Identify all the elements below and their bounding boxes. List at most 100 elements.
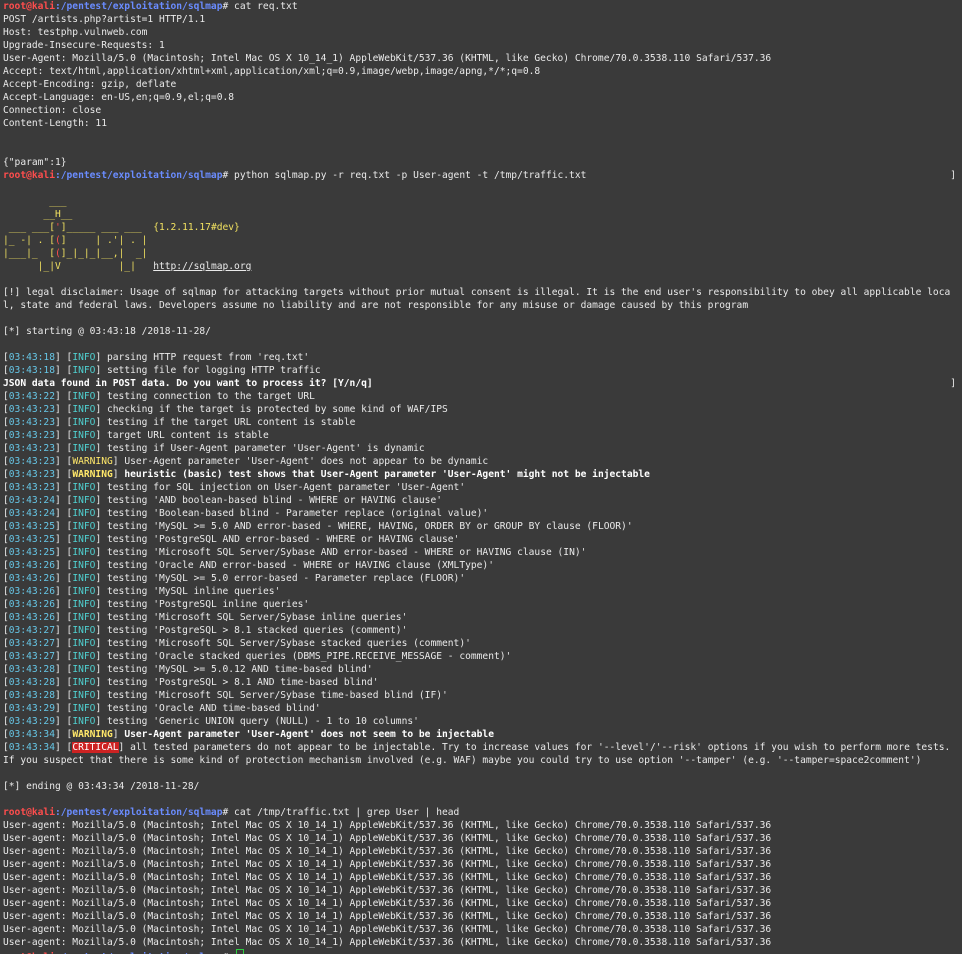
- log-level-tag: INFO: [72, 560, 96, 571]
- log-level-tag: INFO: [72, 443, 96, 454]
- log-level-tag: INFO: [72, 404, 96, 415]
- prompt-path: :/pentest/exploitation/sqlmap: [54, 1, 223, 12]
- log-level-tag: INFO: [72, 365, 96, 376]
- log-message: target URL content is stable: [107, 430, 269, 441]
- log-block-2: [03:43:22] [INFO] testing connection to …: [3, 390, 962, 741]
- log-level-tag: INFO: [72, 482, 96, 493]
- log-message: testing if the target URL content is sta…: [107, 417, 356, 428]
- log-line: [03:43:25] [INFO] testing 'PostgreSQL AN…: [3, 534, 460, 545]
- log-line: [03:43:28] [INFO] testing 'PostgreSQL > …: [3, 677, 379, 688]
- log-timestamp: 03:43:28: [8, 677, 55, 688]
- grep-line: User-agent: Mozilla/5.0 (Macintosh; Inte…: [3, 846, 772, 857]
- command-text: cat /tmp/traffic.txt | grep User | head: [228, 807, 460, 818]
- log-timestamp: 03:43:26: [8, 586, 55, 597]
- log-timestamp: 03:43:23: [8, 430, 55, 441]
- command-text: python sqlmap.py -r req.txt -p User-agen…: [228, 170, 587, 181]
- log-line: [03:43:23] [INFO] checking if the target…: [3, 404, 448, 415]
- log-line: [03:43:24] [INFO] testing 'AND boolean-b…: [3, 495, 443, 506]
- log-message: testing 'Oracle AND error-based - WHERE …: [107, 560, 494, 571]
- output-line: Accept: text/html,application/xhtml+xml,…: [3, 66, 541, 77]
- log-timestamp: 03:43:23: [8, 469, 55, 480]
- prompt-user: root@kali: [3, 170, 55, 181]
- log-timestamp: 03:43:24: [8, 508, 55, 519]
- output-line: Content-Length: 11: [3, 118, 107, 129]
- log-message: testing 'MySQL >= 5.0 error-based - Para…: [107, 573, 466, 584]
- grep-line: User-agent: Mozilla/5.0 (Macintosh; Inte…: [3, 872, 772, 883]
- banner-part: |___|_ [: [3, 248, 55, 259]
- log-message: testing 'PostgreSQL > 8.1 AND time-based…: [107, 677, 379, 688]
- legal-disclaimer: [!] legal disclaimer: Usage of sqlmap fo…: [3, 287, 951, 311]
- log-timestamp: 03:43:25: [8, 521, 55, 532]
- log-message: testing if User-Agent parameter 'User-Ag…: [107, 443, 425, 454]
- prompt-line-3: root@kali:/pentest/exploitation/sqlmap# …: [3, 806, 962, 819]
- log-line: [03:43:34] [WARNING] User-Agent paramete…: [3, 729, 494, 740]
- log-level-tag: INFO: [72, 508, 96, 519]
- log-message: testing 'MySQL >= 5.0 AND error-based - …: [107, 521, 633, 532]
- log-timestamp: 03:43:23: [8, 482, 55, 493]
- log-line: [03:43:24] [INFO] testing 'Boolean-based…: [3, 508, 489, 519]
- log-line: [03:43:25] [INFO] testing 'MySQL >= 5.0 …: [3, 521, 633, 532]
- log-timestamp: 03:43:28: [8, 690, 55, 701]
- log-timestamp: 03:43:29: [8, 716, 55, 727]
- log-block-1: [03:43:18] [INFO] parsing HTTP request f…: [3, 351, 962, 377]
- log-message: testing connection to the target URL: [107, 391, 315, 402]
- log-level-tag: INFO: [72, 612, 96, 623]
- log-level-tag: INFO: [72, 599, 96, 610]
- log-timestamp: 03:43:27: [8, 651, 55, 662]
- log-message: testing 'Generic UNION query (NULL) - 1 …: [107, 716, 419, 727]
- banner-part: |_|V |_|: [3, 261, 154, 272]
- log-level-tag: INFO: [72, 690, 96, 701]
- log-line: [03:43:28] [INFO] testing 'MySQL >= 5.0.…: [3, 664, 373, 675]
- log-level-tag: INFO: [72, 625, 96, 636]
- log-level-tag: INFO: [72, 716, 96, 727]
- log-timestamp: 03:43:26: [8, 599, 55, 610]
- log-line: [03:43:23] [WARNING] User-Agent paramete…: [3, 456, 489, 467]
- json-question: JSON data found in POST data. Do you wan…: [3, 378, 373, 389]
- log-message: heuristic (basic) test shows that User-A…: [124, 469, 650, 480]
- log-line: [03:43:23] [INFO] testing if User-Agent …: [3, 443, 425, 454]
- log-level-tag: INFO: [72, 573, 96, 584]
- terminal-window[interactable]: root@kali:/pentest/exploitation/sqlmap# …: [0, 0, 962, 954]
- log-message: User-Agent parameter 'User-Agent' does n…: [124, 729, 494, 740]
- prompt-path: :/pentest/exploitation/sqlmap: [54, 170, 223, 181]
- critical-message: all tested parameters do not appear to b…: [3, 742, 957, 766]
- log-level-tag: INFO: [72, 547, 96, 558]
- log-line: [03:43:26] [INFO] testing 'MySQL >= 5.0 …: [3, 573, 466, 584]
- log-line: [03:43:28] [INFO] testing 'Microsoft SQL…: [3, 690, 448, 701]
- log-timestamp: 03:43:28: [8, 664, 55, 675]
- log-level-tag: INFO: [72, 417, 96, 428]
- log-timestamp: 03:43:25: [8, 547, 55, 558]
- log-level-tag: WARNING: [72, 456, 113, 467]
- starting-line: [*] starting @ 03:43:18 /2018-11-28/: [3, 326, 211, 337]
- sqlmap-link[interactable]: http://sqlmap.org: [153, 261, 251, 272]
- log-timestamp: 03:43:34: [8, 729, 55, 740]
- banner-line: |_ -| . [(] | .'| . |: [3, 234, 962, 247]
- log-message: testing 'Boolean-based blind - Parameter…: [107, 508, 489, 519]
- right-bracket: ]: [950, 378, 956, 389]
- log-message: testing 'PostgreSQL AND error-based - WH…: [107, 534, 460, 545]
- log-line: [03:43:23] [INFO] testing if the target …: [3, 417, 356, 428]
- log-line: [03:43:18] [INFO] setting file for loggi…: [3, 365, 321, 376]
- output-line: Accept-Encoding: gzip, deflate: [3, 79, 177, 90]
- log-message: testing 'Microsoft SQL Server/Sybase tim…: [107, 690, 448, 701]
- log-message: testing 'Oracle AND time-based blind': [107, 703, 321, 714]
- log-timestamp: 03:43:25: [8, 534, 55, 545]
- grep-line: User-agent: Mozilla/5.0 (Macintosh; Inte…: [3, 885, 772, 896]
- log-timestamp: 03:43:18: [8, 365, 55, 376]
- log-level-tag: INFO: [72, 703, 96, 714]
- log-message: testing 'Microsoft SQL Server/Sybase AND…: [107, 547, 587, 558]
- log-level-tag: INFO: [72, 664, 96, 675]
- log-message: testing 'MySQL inline queries': [107, 586, 281, 597]
- log-level-tag: INFO: [72, 495, 96, 506]
- log-line: [03:43:23] [WARNING] heuristic (basic) t…: [3, 469, 650, 480]
- log-level-tag: INFO: [72, 677, 96, 688]
- prompt-line-4[interactable]: root@kali:/pentest/exploitation/sqlmap#: [3, 949, 962, 954]
- prompt-line-1: root@kali:/pentest/exploitation/sqlmap# …: [3, 0, 962, 13]
- output-line: POST /artists.php?artist=1 HTTP/1.1: [3, 14, 206, 25]
- output-line: User-Agent: Mozilla/5.0 (Macintosh; Inte…: [3, 53, 772, 64]
- prompt-line-2: root@kali:/pentest/exploitation/sqlmap# …: [3, 169, 962, 182]
- cursor[interactable]: [236, 949, 245, 954]
